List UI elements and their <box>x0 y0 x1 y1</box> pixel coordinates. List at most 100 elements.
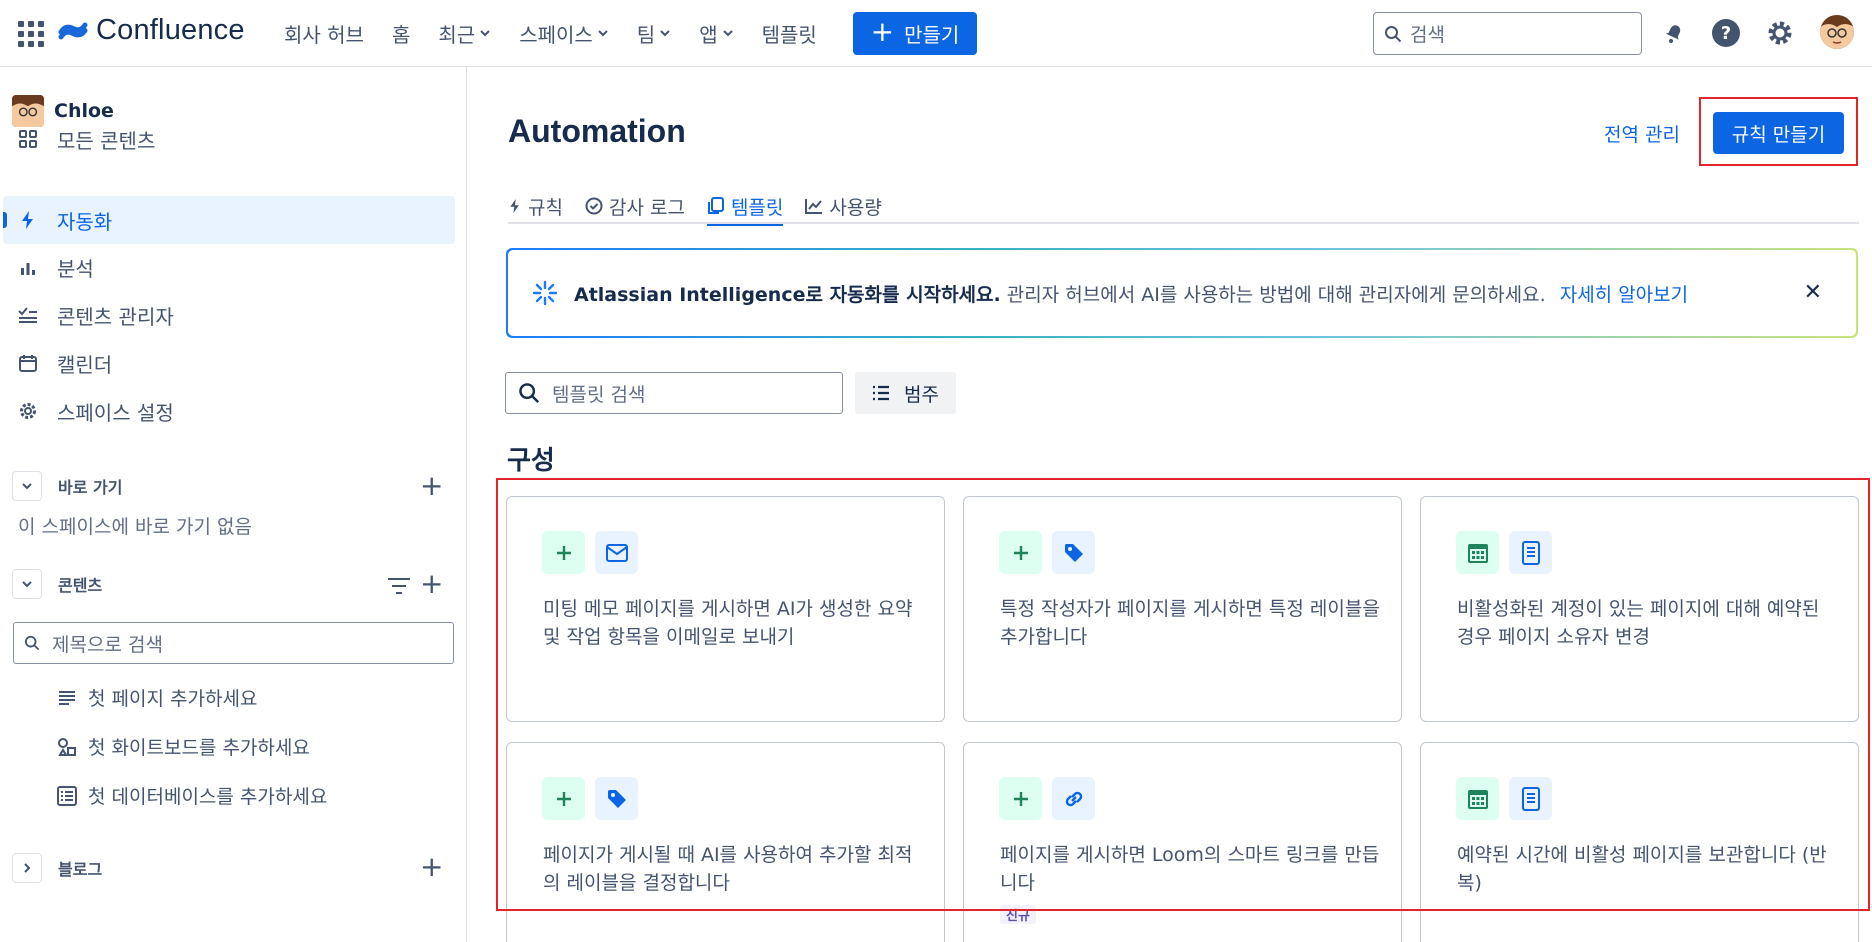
nav-item-spaces[interactable]: 스페이스 <box>519 18 609 48</box>
create-button[interactable]: + 만들기 <box>853 12 977 55</box>
tab-usage[interactable]: 사용량 <box>805 188 882 224</box>
chevron-down-icon <box>722 30 733 37</box>
page-icon <box>56 687 78 709</box>
chevron-down-icon <box>480 30 490 37</box>
template-description: 미팅 메모 페이지를 게시하면 AI가 생성한 요약 및 작업 항목을 이메일로… <box>543 598 913 648</box>
chevron-down-icon[interactable] <box>12 471 42 501</box>
blog-section-header[interactable]: 블로그 <box>12 853 102 883</box>
whiteboard-icon <box>56 736 78 758</box>
template-card[interactable]: 미팅 메모 페이지를 게시하면 AI가 생성한 요약 및 작업 항목을 이메일로… <box>506 496 945 722</box>
page-title: Automation <box>508 113 686 149</box>
sidebar-item-label: 캘린더 <box>57 352 113 377</box>
nav-label: 팀 <box>636 22 656 47</box>
list-icon <box>873 385 890 401</box>
nav-item-recent[interactable]: 최근 <box>438 18 491 48</box>
nav-menu: 회사 허브 홈 최근 스페이스 팀 앱 템플릿 <box>284 18 845 48</box>
search-placeholder: 검색 <box>1410 24 1445 46</box>
category-filter-button[interactable]: 범주 <box>855 372 956 414</box>
check-circle-icon <box>585 197 603 215</box>
sidebar-item-label: 자동화 <box>57 209 113 234</box>
nav-item-home[interactable]: 홈 <box>392 18 410 48</box>
confluence-logo[interactable]: Confluence <box>58 14 245 47</box>
section-title: 구성 <box>507 446 555 476</box>
global-manage-link[interactable]: 전역 관리 <box>1604 120 1680 147</box>
content-item-database[interactable]: 첫 데이터베이스를 추가하세요 <box>56 782 327 809</box>
template-description: 예약된 시간에 비활성 페이지를 보관합니다 (반복) <box>1457 844 1827 894</box>
page-icon <box>1509 531 1552 574</box>
search-icon <box>519 383 540 404</box>
search-placeholder: 제목으로 검색 <box>52 633 163 656</box>
link-icon <box>1052 777 1095 820</box>
top-navigation: Confluence 회사 허브 홈 최근 스페이스 팀 앱 템플릿 + 만들기… <box>0 0 1872 67</box>
section-label: 바로 가기 <box>58 478 123 497</box>
tab-label: 감사 로그 <box>608 196 685 219</box>
chevron-down-icon[interactable] <box>12 569 42 599</box>
close-icon[interactable]: ✕ <box>1804 280 1822 305</box>
sidebar-item-automation[interactable]: 자동화 <box>3 196 455 244</box>
sidebar-item-calendar[interactable]: 캘린더 <box>3 339 455 387</box>
template-card[interactable]: 특정 작성자가 페이지를 게시하면 특정 레이블을 추가합니다 <box>963 496 1402 722</box>
checklist-icon <box>17 304 39 326</box>
create-rule-button[interactable]: 규칙 만들기 <box>1713 112 1844 154</box>
template-description: 비활성화된 계정이 있는 페이지에 대해 예약된 경우 페이지 소유자 변경 <box>1457 598 1820 648</box>
help-icon[interactable]: ? <box>1709 16 1743 50</box>
chevron-right-icon[interactable] <box>12 853 42 883</box>
nav-item-apps[interactable]: 앱 <box>699 18 733 48</box>
sidebar-item-label: 콘텐츠 관리자 <box>57 304 174 329</box>
sidebar-item-content-manager[interactable]: 콘텐츠 관리자 <box>3 291 455 339</box>
shortcuts-empty-text: 이 스페이스에 바로 가기 없음 <box>18 516 252 538</box>
title-search-input[interactable]: 제목으로 검색 <box>13 622 454 664</box>
tab-templates[interactable]: 템플릿 <box>706 188 784 226</box>
sidebar: Chloe 모든 콘텐츠 자동화 분석 콘텐츠 관리자 캘린더 스페이스 설정 … <box>0 67 467 942</box>
sidebar-item-analytics[interactable]: 분석 <box>3 243 455 291</box>
add-content-plus-icon[interactable]: + <box>420 570 443 598</box>
calendar-icon <box>1456 777 1499 820</box>
nav-item-teams[interactable]: 팀 <box>637 18 671 48</box>
new-badge: 신규 <box>1000 905 1036 924</box>
gear-icon <box>17 400 39 422</box>
content-item-page[interactable]: 첫 페이지 추가하세요 <box>56 684 257 711</box>
nav-item-company-hub[interactable]: 회사 허브 <box>284 18 364 48</box>
content-item-whiteboard[interactable]: 첫 화이트보드를 추가하세요 <box>56 733 310 760</box>
tab-label: 사용량 <box>829 196 882 219</box>
line-chart-icon <box>805 199 823 214</box>
filter-icon[interactable] <box>387 577 411 600</box>
settings-gear-icon[interactable] <box>1763 16 1797 50</box>
tab-audit-log[interactable]: 감사 로그 <box>585 188 685 224</box>
profile-avatar[interactable] <box>1820 15 1854 49</box>
banner-body-text: 관리자 허브에서 AI를 사용하는 방법에 대해 관리자에게 문의하세요. <box>1006 283 1546 306</box>
template-card[interactable]: 예약된 시간에 비활성 페이지를 보관합니다 (반복) <box>1420 742 1859 942</box>
template-card[interactable]: 페이지를 게시하면 Loom의 스마트 링크를 만듭니다 신규 <box>963 742 1402 942</box>
notifications-icon[interactable] <box>1657 16 1691 50</box>
learn-more-link[interactable]: 자세히 알아보기 <box>1560 284 1688 306</box>
template-search-input[interactable]: 템플릿 검색 <box>505 372 843 414</box>
template-card[interactable]: 페이지가 게시될 때 AI를 사용하여 추가할 최적의 레이블을 결정합니다 <box>506 742 945 942</box>
chevron-down-icon <box>660 30 670 37</box>
plus-icon <box>999 531 1042 574</box>
search-placeholder: 템플릿 검색 <box>552 383 646 406</box>
create-label: 만들기 <box>904 23 960 47</box>
content-section-header[interactable]: 콘텐츠 <box>12 569 102 599</box>
tag-icon <box>1052 531 1095 574</box>
app-name: Confluence <box>96 14 245 46</box>
add-shortcut-plus-icon[interactable]: + <box>420 472 443 500</box>
nav-item-templates[interactable]: 템플릿 <box>762 18 817 48</box>
tab-label: 템플릿 <box>730 196 784 219</box>
sidebar-item-all-content[interactable]: 모든 콘텐츠 <box>3 115 455 163</box>
search-input[interactable]: 검색 <box>1373 12 1642 55</box>
sidebar-item-label: 모든 콘텐츠 <box>57 128 156 153</box>
lightning-icon <box>17 209 39 231</box>
database-icon <box>56 785 78 807</box>
nav-label: 스페이스 <box>519 22 593 47</box>
shortcuts-section-header[interactable]: 바로 가기 <box>12 471 122 501</box>
app-switcher-icon[interactable] <box>18 21 44 47</box>
sidebar-item-space-settings[interactable]: 스페이스 설정 <box>3 387 455 435</box>
lightning-icon <box>510 199 519 213</box>
nav-label: 앱 <box>699 22 718 47</box>
tab-rules[interactable]: 규칙 <box>508 188 563 224</box>
template-card[interactable]: 비활성화된 계정이 있는 페이지에 대해 예약된 경우 페이지 소유자 변경 <box>1420 496 1859 722</box>
ai-info-banner: Atlassian Intelligence로 자동화를 시작하세요. 관리자 … <box>506 248 1858 338</box>
calendar-icon <box>17 352 39 374</box>
nav-label: 템플릿 <box>761 22 817 47</box>
add-blog-plus-icon[interactable]: + <box>420 853 443 881</box>
